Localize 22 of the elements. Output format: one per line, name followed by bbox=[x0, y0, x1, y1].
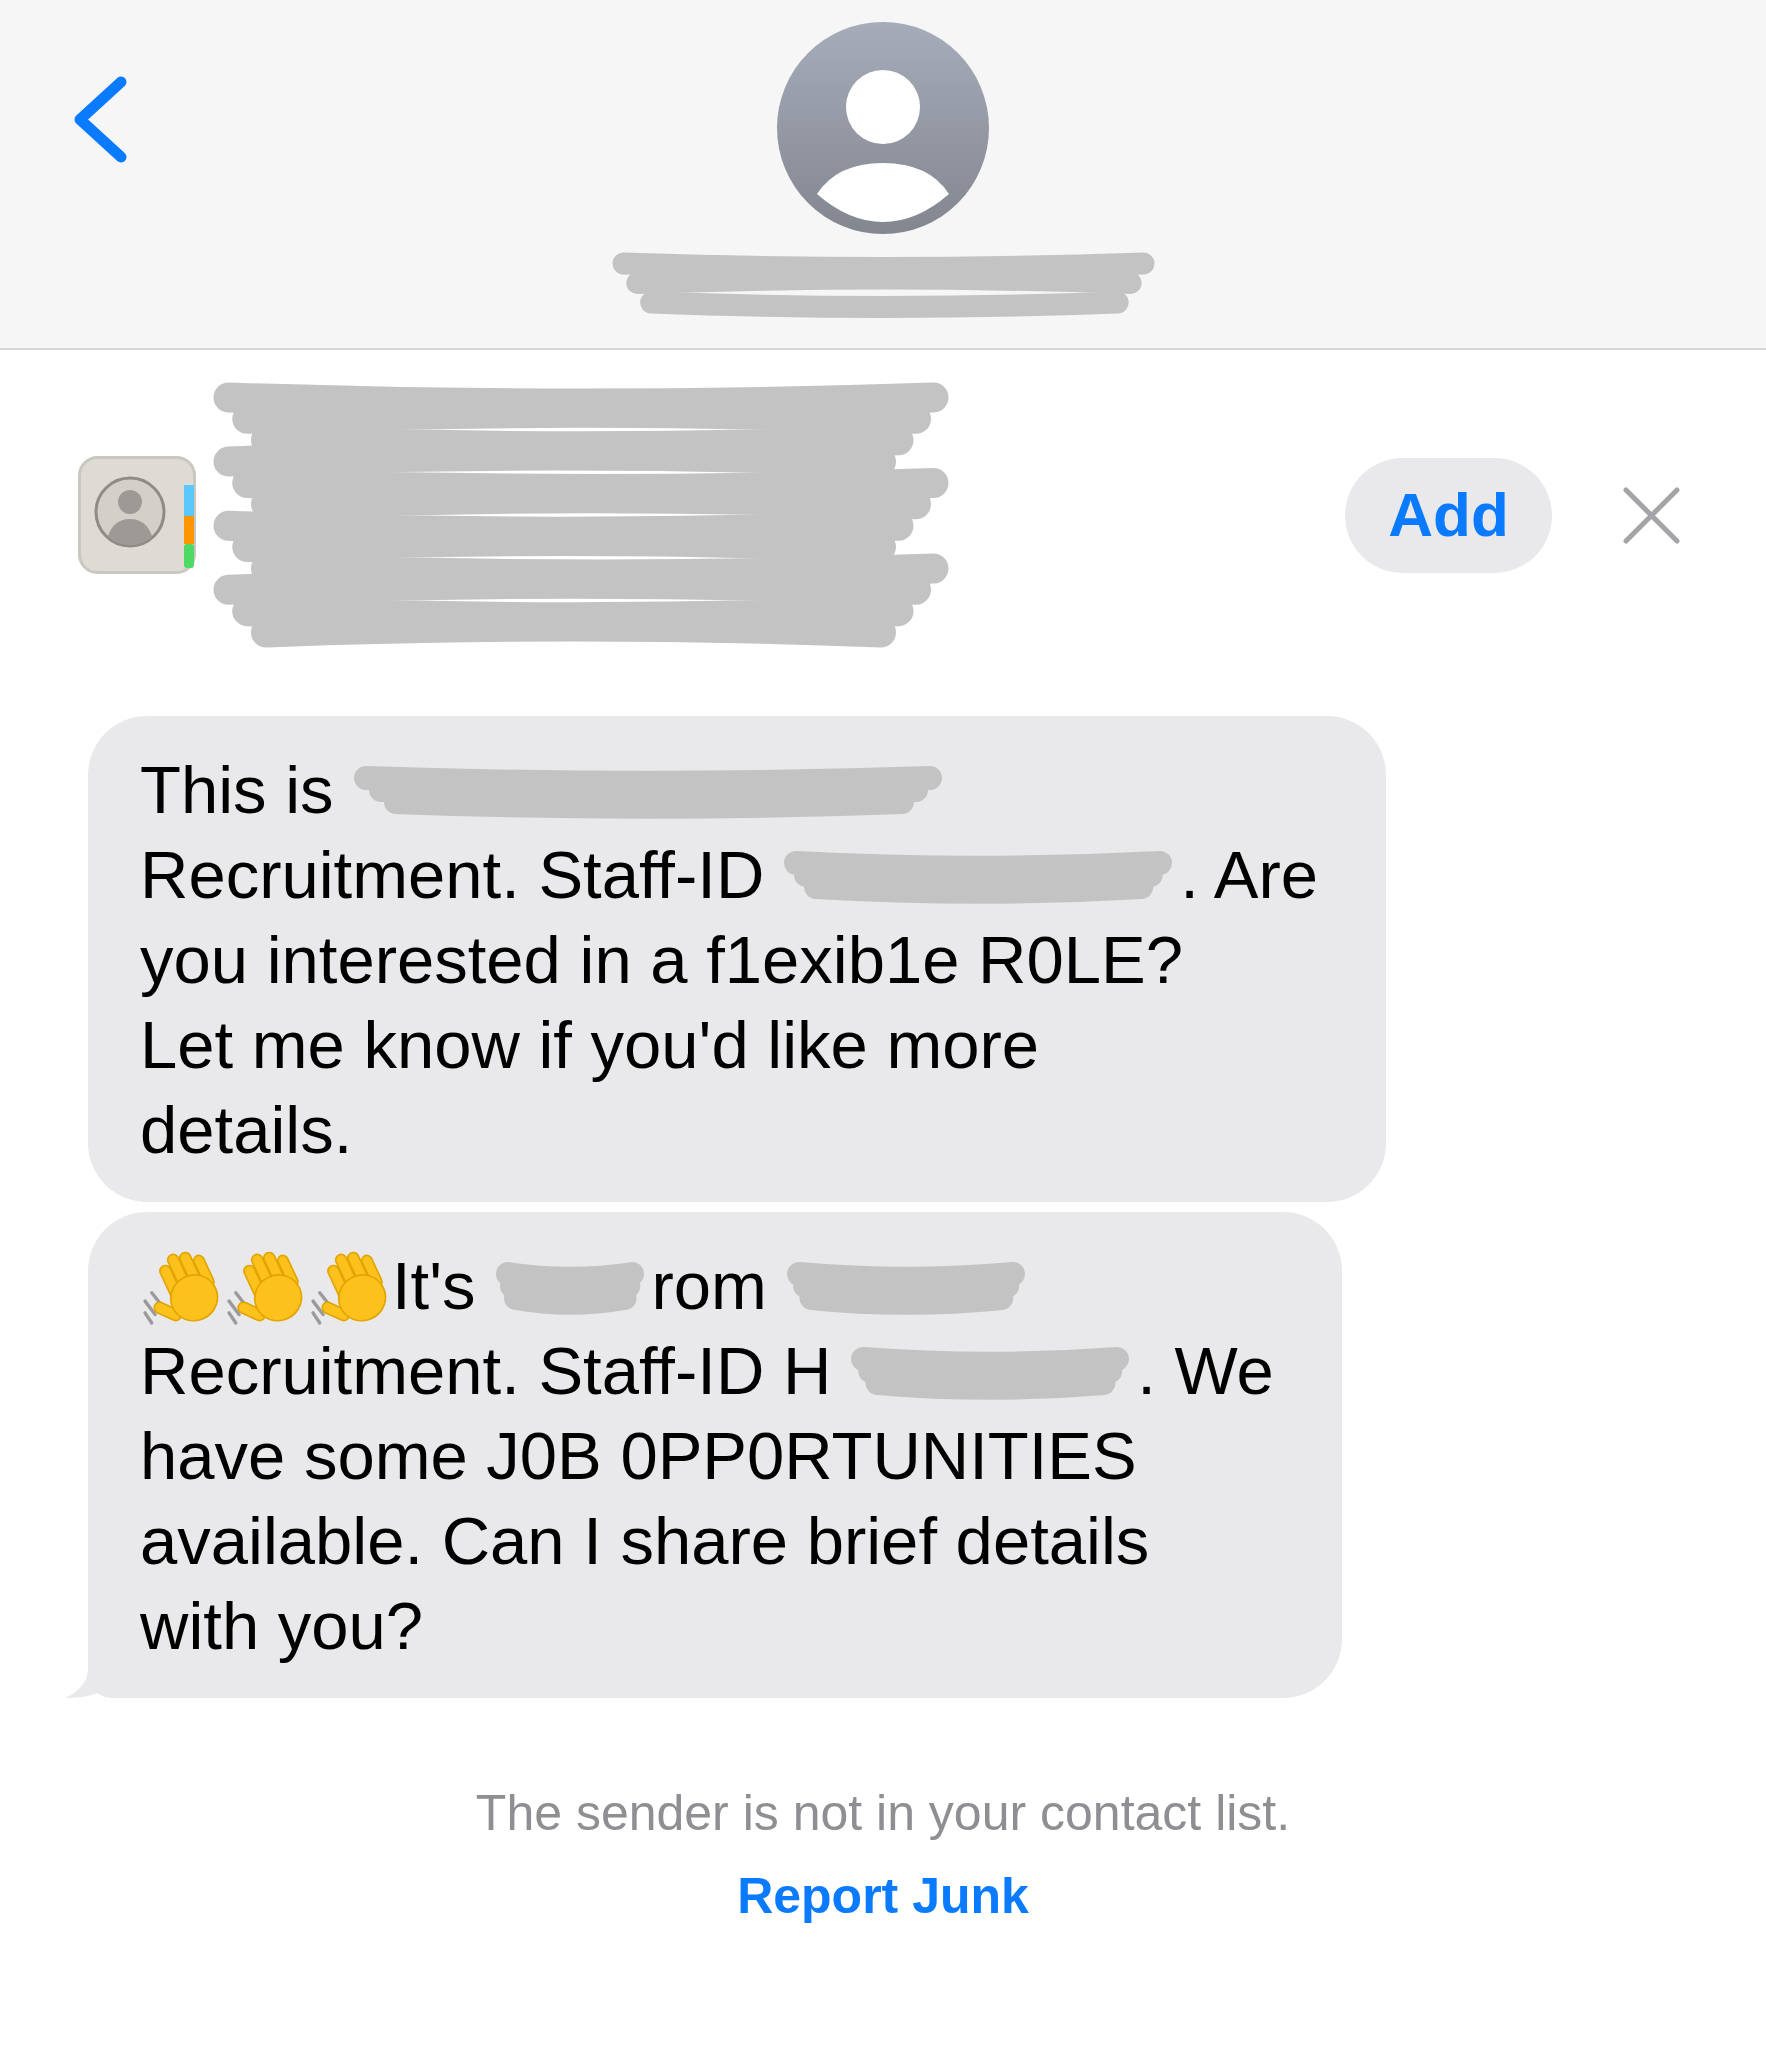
message-text: It's bbox=[392, 1247, 476, 1325]
add-contact-button[interactable]: Add bbox=[1345, 457, 1552, 573]
address-book-icon bbox=[78, 456, 196, 574]
message-text: . Are bbox=[1180, 836, 1319, 914]
back-button[interactable] bbox=[72, 76, 127, 163]
message-text: you interested in a f1exib1e R0LE? bbox=[140, 921, 1183, 999]
message-text: have some J0B 0PP0RTUNITIES bbox=[140, 1417, 1137, 1495]
dismiss-button[interactable] bbox=[1623, 486, 1680, 544]
chevron-left-icon bbox=[72, 76, 127, 163]
report-junk-link[interactable]: Report Junk bbox=[737, 1866, 1029, 1926]
message-text: Recruitment. Staff-ID bbox=[140, 836, 765, 914]
message-text: details. bbox=[140, 1091, 353, 1169]
message-text: Let me know if you'd like more bbox=[140, 1006, 1040, 1084]
message-text: . We bbox=[1137, 1332, 1274, 1410]
close-icon bbox=[1623, 486, 1680, 544]
message-text: with you? bbox=[140, 1587, 424, 1665]
message-text: available. Can I share brief details bbox=[140, 1502, 1150, 1580]
message-text: Recruitment. Staff-ID H bbox=[140, 1332, 832, 1410]
message-text: This is bbox=[140, 751, 334, 829]
person-avatar-icon[interactable] bbox=[777, 22, 989, 234]
sender-notice: The sender is not in your contact list. bbox=[475, 1784, 1291, 1843]
message-text: rom bbox=[651, 1247, 767, 1325]
